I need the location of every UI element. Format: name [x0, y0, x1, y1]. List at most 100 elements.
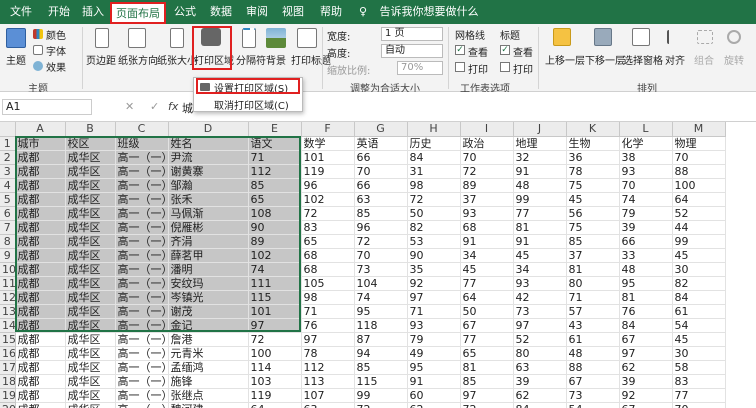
cell[interactable]: 70: [672, 402, 726, 408]
cell[interactable]: 61: [672, 304, 726, 319]
cell[interactable]: 成都: [15, 276, 66, 291]
cell[interactable]: 91: [513, 164, 567, 179]
column-header[interactable]: B: [65, 122, 116, 137]
cell[interactable]: 高一（一）: [115, 206, 169, 221]
cell[interactable]: 102: [248, 248, 302, 263]
cell[interactable]: 73: [513, 304, 567, 319]
cell[interactable]: 63: [513, 360, 567, 375]
cell[interactable]: 107: [301, 388, 355, 403]
cell[interactable]: 45: [672, 332, 726, 347]
cell[interactable]: 60: [407, 388, 461, 403]
cell[interactable]: 105: [301, 276, 355, 291]
cell[interactable]: 77: [513, 206, 567, 221]
selection-pane-icon[interactable]: [632, 28, 650, 46]
cell[interactable]: 67: [460, 318, 514, 333]
cell[interactable]: 90: [407, 248, 461, 263]
column-header[interactable]: H: [407, 122, 461, 137]
cell[interactable]: 高一（一）: [115, 276, 169, 291]
cell[interactable]: 94: [354, 346, 408, 361]
cell[interactable]: 成华区: [65, 388, 116, 403]
cell[interactable]: 115: [354, 374, 408, 389]
row-header[interactable]: 10: [0, 262, 16, 277]
cell[interactable]: 地理: [513, 136, 567, 151]
cell[interactable]: 38: [619, 150, 673, 165]
cell[interactable]: 45: [513, 248, 567, 263]
cell[interactable]: 99: [672, 234, 726, 249]
row-header[interactable]: 20: [0, 402, 16, 408]
row-header[interactable]: 15: [0, 332, 16, 347]
cell[interactable]: 谢茂: [168, 304, 249, 319]
theme-button[interactable]: 主题: [6, 52, 26, 67]
cell[interactable]: 34: [513, 262, 567, 277]
rotate-icon[interactable]: [727, 30, 741, 44]
cell[interactable]: 93: [619, 164, 673, 179]
cell[interactable]: 87: [354, 332, 408, 347]
column-header[interactable]: G: [354, 122, 408, 137]
cell[interactable]: 102: [301, 192, 355, 207]
cell[interactable]: 93: [513, 276, 567, 291]
effects-button[interactable]: 效果: [46, 59, 66, 74]
cell[interactable]: 高一（一）: [115, 164, 169, 179]
colors-icon[interactable]: [33, 29, 43, 39]
send-backward-button[interactable]: 下移一层: [585, 52, 625, 67]
cell[interactable]: 114: [248, 360, 302, 375]
cell[interactable]: 32: [513, 150, 567, 165]
cell[interactable]: 54: [672, 318, 726, 333]
cell[interactable]: 成华区: [65, 318, 116, 333]
colors-button[interactable]: 颜色: [46, 27, 66, 42]
cell[interactable]: 33: [619, 248, 673, 263]
cell[interactable]: 72: [407, 192, 461, 207]
cell[interactable]: 100: [248, 346, 302, 361]
gridlines-view-checkbox[interactable]: ✓: [455, 45, 465, 55]
tab-2[interactable]: 插入: [80, 0, 106, 24]
row-header[interactable]: 9: [0, 248, 16, 263]
cell[interactable]: 112: [301, 360, 355, 375]
cell[interactable]: 80: [513, 346, 567, 361]
cell[interactable]: 成华区: [65, 192, 116, 207]
row-header[interactable]: 5: [0, 192, 16, 207]
cell[interactable]: 高一（一）: [115, 262, 169, 277]
cell[interactable]: 82: [672, 276, 726, 291]
cell[interactable]: 91: [460, 234, 514, 249]
column-header[interactable]: J: [513, 122, 567, 137]
scale-input[interactable]: 70%: [397, 61, 443, 75]
cell[interactable]: 岑镇光: [168, 290, 249, 305]
cell[interactable]: 36: [566, 150, 620, 165]
cell[interactable]: 113: [301, 374, 355, 389]
cell[interactable]: 成都: [15, 318, 66, 333]
cell[interactable]: 48: [619, 262, 673, 277]
cell[interactable]: 张禾: [168, 192, 249, 207]
cell[interactable]: 101: [301, 150, 355, 165]
cell[interactable]: 高一（一）: [115, 318, 169, 333]
cell[interactable]: 68: [460, 220, 514, 235]
cell[interactable]: 成华区: [65, 206, 116, 221]
cell[interactable]: 高一（一）: [115, 346, 169, 361]
cell[interactable]: 54: [566, 402, 620, 408]
gridlines-print-checkbox[interactable]: [455, 62, 465, 72]
orientation-icon[interactable]: [128, 28, 146, 48]
cell[interactable]: 成华区: [65, 374, 116, 389]
cell[interactable]: 潘明: [168, 262, 249, 277]
cell[interactable]: 城市: [15, 136, 66, 151]
cell[interactable]: 95: [619, 276, 673, 291]
cell[interactable]: 化学: [619, 136, 673, 151]
cell[interactable]: 魏河建: [168, 402, 249, 408]
column-header[interactable]: L: [619, 122, 673, 137]
row-header[interactable]: 14: [0, 318, 16, 333]
cell[interactable]: 91: [407, 374, 461, 389]
effects-icon[interactable]: [33, 61, 43, 71]
cell[interactable]: 70: [354, 248, 408, 263]
cell[interactable]: 83: [301, 220, 355, 235]
cell[interactable]: 81: [566, 262, 620, 277]
cell[interactable]: 82: [407, 220, 461, 235]
cell[interactable]: 78: [301, 346, 355, 361]
cell[interactable]: 91: [513, 234, 567, 249]
tab-8[interactable]: 帮助: [316, 0, 346, 24]
send-backward-icon[interactable]: [594, 28, 612, 46]
cell[interactable]: 詹港: [168, 332, 249, 347]
cell[interactable]: 97: [460, 388, 514, 403]
cell[interactable]: 65: [248, 192, 302, 207]
cell[interactable]: 79: [619, 206, 673, 221]
row-header[interactable]: 17: [0, 360, 16, 375]
row-header[interactable]: 2: [0, 150, 16, 165]
